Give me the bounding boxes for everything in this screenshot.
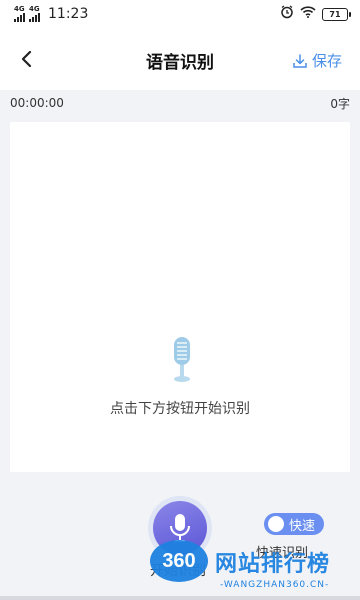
save-label: 保存 <box>311 52 342 70</box>
status-right: 71 <box>280 5 351 23</box>
status-bar: 4G 4G 11:23 71 <box>0 0 360 28</box>
network-type-2: 4G <box>29 5 40 13</box>
save-button[interactable]: 保存 <box>292 50 342 71</box>
info-row: 00:00:00 0字 <box>10 94 350 112</box>
download-icon <box>293 53 307 68</box>
battery-icon: 71 <box>322 7 351 21</box>
watermark-title: 网站排行榜 <box>215 552 331 577</box>
signal-icon: 4G <box>14 6 25 22</box>
app-header: 语音识别 保存 <box>0 28 360 90</box>
status-left: 4G 4G 11:23 <box>14 6 88 22</box>
start-hint: 点击下方按钮开始识别 <box>110 401 250 417</box>
quick-mode-toggle[interactable]: 快速 <box>264 513 324 535</box>
transcript-panel: 点击下方按钮开始识别 <box>10 122 350 472</box>
watermark-logo: 360 <box>150 540 208 582</box>
wifi-icon <box>300 6 316 22</box>
microphone-illustration-icon <box>174 337 190 382</box>
timer: 00:00:00 <box>10 96 64 110</box>
status-time: 11:23 <box>48 6 89 22</box>
bottom-divider <box>0 596 360 600</box>
network-type-1: 4G <box>14 5 25 13</box>
alarm-icon <box>280 5 294 23</box>
word-count: 0字 <box>330 96 350 111</box>
toggle-knob <box>268 516 284 532</box>
microphone-icon <box>170 514 190 542</box>
signal-icon-2: 4G <box>29 6 40 22</box>
toggle-text: 快速 <box>289 518 316 534</box>
watermark-subtitle: -WANGZHAN360.CN- <box>220 580 330 590</box>
